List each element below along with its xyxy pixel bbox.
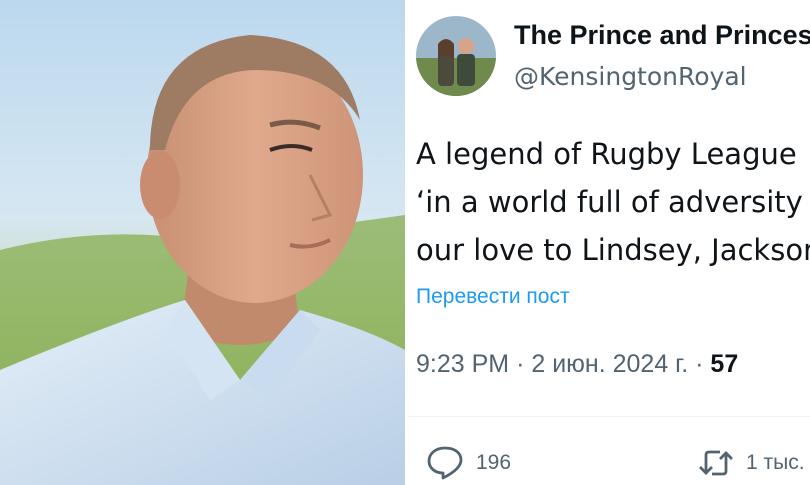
tweet-card: The Prince and Princess of Wales @Kensin… [408, 0, 810, 485]
tweet-text: A legend of Rugby League ‘in a world ful… [416, 130, 810, 274]
portrait-photo [0, 0, 405, 485]
tweet-text-line: A legend of Rugby League [416, 137, 797, 171]
repost-arrows-icon [696, 445, 736, 481]
tweet-text-line: our love to Lindsey, Jackson [416, 233, 810, 267]
meta-separator: · [516, 350, 532, 378]
tweet-meta: 9:23 PM · 2 июн. 2024 г. · 57 [416, 350, 738, 379]
view-count: 57 [710, 350, 739, 378]
repost-button[interactable]: 1 тыс. [696, 445, 805, 481]
reply-count: 196 [476, 451, 512, 474]
reply-button[interactable]: 196 [426, 445, 511, 481]
user-handle[interactable]: @KensingtonRoyal [514, 62, 747, 91]
tweet-text-line: ‘in a world full of adversity [416, 185, 803, 219]
avatar[interactable] [416, 16, 496, 96]
translate-post-link[interactable]: Перевести пост [416, 285, 570, 309]
meta-separator: · [695, 350, 711, 378]
speech-bubble-icon [426, 445, 464, 481]
tweet-date[interactable]: 2 июн. 2024 г. [531, 350, 688, 378]
divider-line [408, 416, 810, 417]
repost-count: 1 тыс. [746, 451, 805, 474]
tweet-time[interactable]: 9:23 PM [416, 350, 509, 378]
display-name[interactable]: The Prince and Princess of Wales [514, 20, 810, 51]
